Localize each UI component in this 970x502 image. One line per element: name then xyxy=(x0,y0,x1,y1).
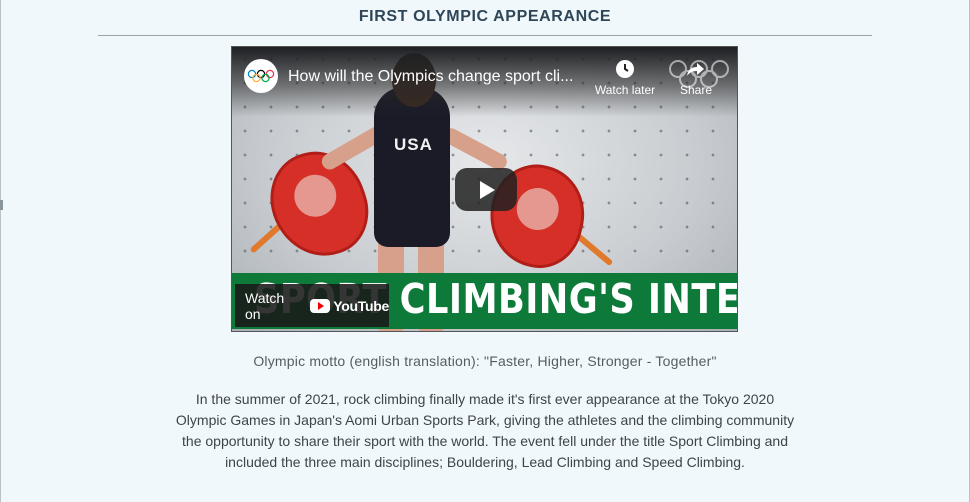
body-paragraph: In the summer of 2021, rock climbing fin… xyxy=(175,391,795,470)
share-button[interactable]: Share xyxy=(676,59,716,97)
play-button[interactable] xyxy=(455,168,517,211)
channel-avatar[interactable] xyxy=(244,59,278,93)
title-divider xyxy=(98,35,872,36)
youtube-embed[interactable]: USA SPORT CLIMBING'S INTERVIEW How will … xyxy=(231,46,738,332)
video-title[interactable]: How will the Olympics change sport cli..… xyxy=(288,68,573,86)
share-label: Share xyxy=(679,83,713,97)
section-title: FIRST OLYMPIC APPEARANCE xyxy=(358,8,612,25)
watch-later-label: Watch later xyxy=(594,83,656,97)
left-border xyxy=(0,0,1,502)
olympic-motto-caption: Olympic motto (english translation): "Fa… xyxy=(253,353,717,369)
youtube-logo: YouTube xyxy=(310,298,389,314)
youtube-wordmark: YouTube xyxy=(333,297,389,314)
watch-later-button[interactable]: Watch later xyxy=(592,59,658,97)
jersey-text: USA xyxy=(394,135,433,154)
left-border-tick xyxy=(0,200,3,210)
share-arrow-icon xyxy=(687,63,704,76)
olympic-rings-icon xyxy=(247,69,275,83)
clock-icon xyxy=(616,60,634,78)
youtube-play-icon xyxy=(310,298,331,313)
watch-on-label: Watch on xyxy=(245,289,285,322)
watch-on-youtube-button[interactable]: Watch on YouTube xyxy=(235,284,389,327)
